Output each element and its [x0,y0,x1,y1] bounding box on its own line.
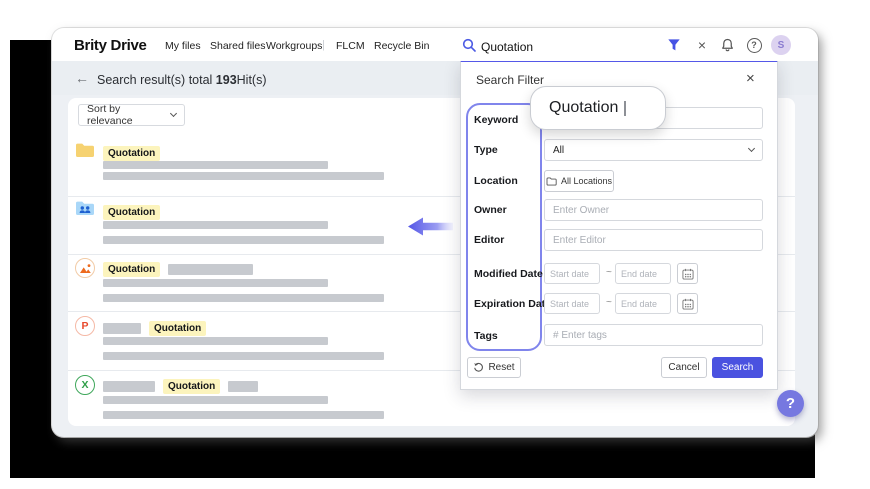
sort-label: Sort by relevance [87,103,165,127]
page: Sort by relevance Quotation Quotation [0,0,870,489]
placeholder-text-bar [103,411,384,419]
date-range-tilde: ~ [606,267,612,278]
reset-button[interactable]: Reset [467,357,521,378]
owner-input[interactable] [544,199,763,221]
modified-calendar-button[interactable] [677,263,698,284]
help-icon[interactable]: ? [746,37,762,53]
date-range-tilde: ~ [606,297,612,308]
filter-close-icon[interactable]: × [746,70,755,87]
folder-icon [75,142,95,162]
result-title-highlight: Quotation [163,379,220,394]
chevron-down-icon [170,110,177,117]
calendar-icon [682,298,694,310]
placeholder-chip [103,381,155,392]
keyword-zoom-callout: Quotation [530,86,666,130]
result-row[interactable]: Quotation [103,204,160,220]
callout-text: Quotation [549,99,618,117]
sort-dropdown[interactable]: Sort by relevance [78,104,185,126]
nav-recycle-bin[interactable]: Recycle Bin [374,40,429,52]
folder-outline-icon [546,177,557,186]
placeholder-text-bar [103,161,328,169]
ppt-file-icon: P [75,316,95,336]
editor-input[interactable] [544,229,763,251]
avatar[interactable]: S [771,35,791,55]
search-input[interactable]: Quotation [481,40,533,54]
placeholder-text-bar [103,337,328,345]
modified-start-date-input[interactable] [544,263,600,284]
result-title-highlight: Quotation [149,321,206,336]
result-title-highlight: Quotation [103,262,160,277]
placeholder-text-bar [103,294,384,302]
placeholder-text-bar [103,396,328,404]
label-keyword: Keyword [474,114,518,126]
label-expiration-date: Expiration Date [474,298,551,310]
excel-file-icon: X [75,375,95,395]
filter-icon[interactable] [666,37,682,53]
close-search-icon[interactable]: × [694,37,710,53]
bell-icon[interactable] [719,37,735,53]
filter-panel-title: Search Filter [476,73,544,87]
app-header: Brity Drive My files Shared files Workgr… [52,28,818,61]
result-title-highlight: Quotation [103,205,160,220]
shared-folder-icon [75,200,95,220]
placeholder-chip [228,381,258,392]
cancel-button[interactable]: Cancel [661,357,707,378]
expiration-start-date-input[interactable] [544,293,600,314]
chevron-down-icon [748,145,755,152]
placeholder-chip [103,323,141,334]
label-modified-date: Modified Date [474,268,543,280]
placeholder-text-bar [103,279,328,287]
reset-icon [473,362,484,373]
label-owner: Owner [474,204,507,216]
result-title-highlight: Quotation [103,146,160,161]
nav-flcm[interactable]: FLCM [336,40,365,52]
type-select[interactable]: All [544,139,763,161]
placeholder-chip [168,264,253,275]
placeholder-text-bar [103,221,328,229]
results-count-text: Search result(s) total 193Hit(s) [97,73,267,87]
result-row[interactable]: Quotation [103,145,160,161]
calendar-icon [682,268,694,280]
location-button[interactable]: All Locations [544,170,614,192]
help-fab-button[interactable]: ? [777,390,804,417]
result-row[interactable]: Quotation [103,261,253,277]
app-logo: Brity Drive [74,37,147,54]
label-editor: Editor [474,234,504,246]
nav-workgroups[interactable]: Workgroups [266,40,322,52]
search-icon [462,38,476,57]
search-button[interactable]: Search [712,357,763,378]
nav-separator: | [322,39,325,51]
app-window: Sort by relevance Quotation Quotation [52,28,818,437]
modified-end-date-input[interactable] [615,263,671,284]
image-file-icon [75,258,95,278]
label-type: Type [474,144,498,156]
label-location: Location [474,175,518,187]
result-row[interactable]: Quotation [103,378,258,394]
placeholder-text-bar [103,352,384,360]
filter-labels-outline [466,103,542,351]
hit-count: 193 [216,73,237,87]
text-cursor-icon [624,101,626,116]
expiration-calendar-button[interactable] [677,293,698,314]
expiration-end-date-input[interactable] [615,293,671,314]
tags-input[interactable] [544,324,763,346]
back-arrow-icon[interactable]: ← [75,70,89,86]
label-tags: Tags [474,330,498,342]
placeholder-text-bar [103,172,384,180]
annotation-left-arrow-icon [408,216,454,242]
placeholder-text-bar [103,236,384,244]
result-row[interactable]: Quotation [103,320,206,336]
nav-shared-files[interactable]: Shared files [210,40,265,52]
nav-my-files[interactable]: My files [165,40,201,52]
